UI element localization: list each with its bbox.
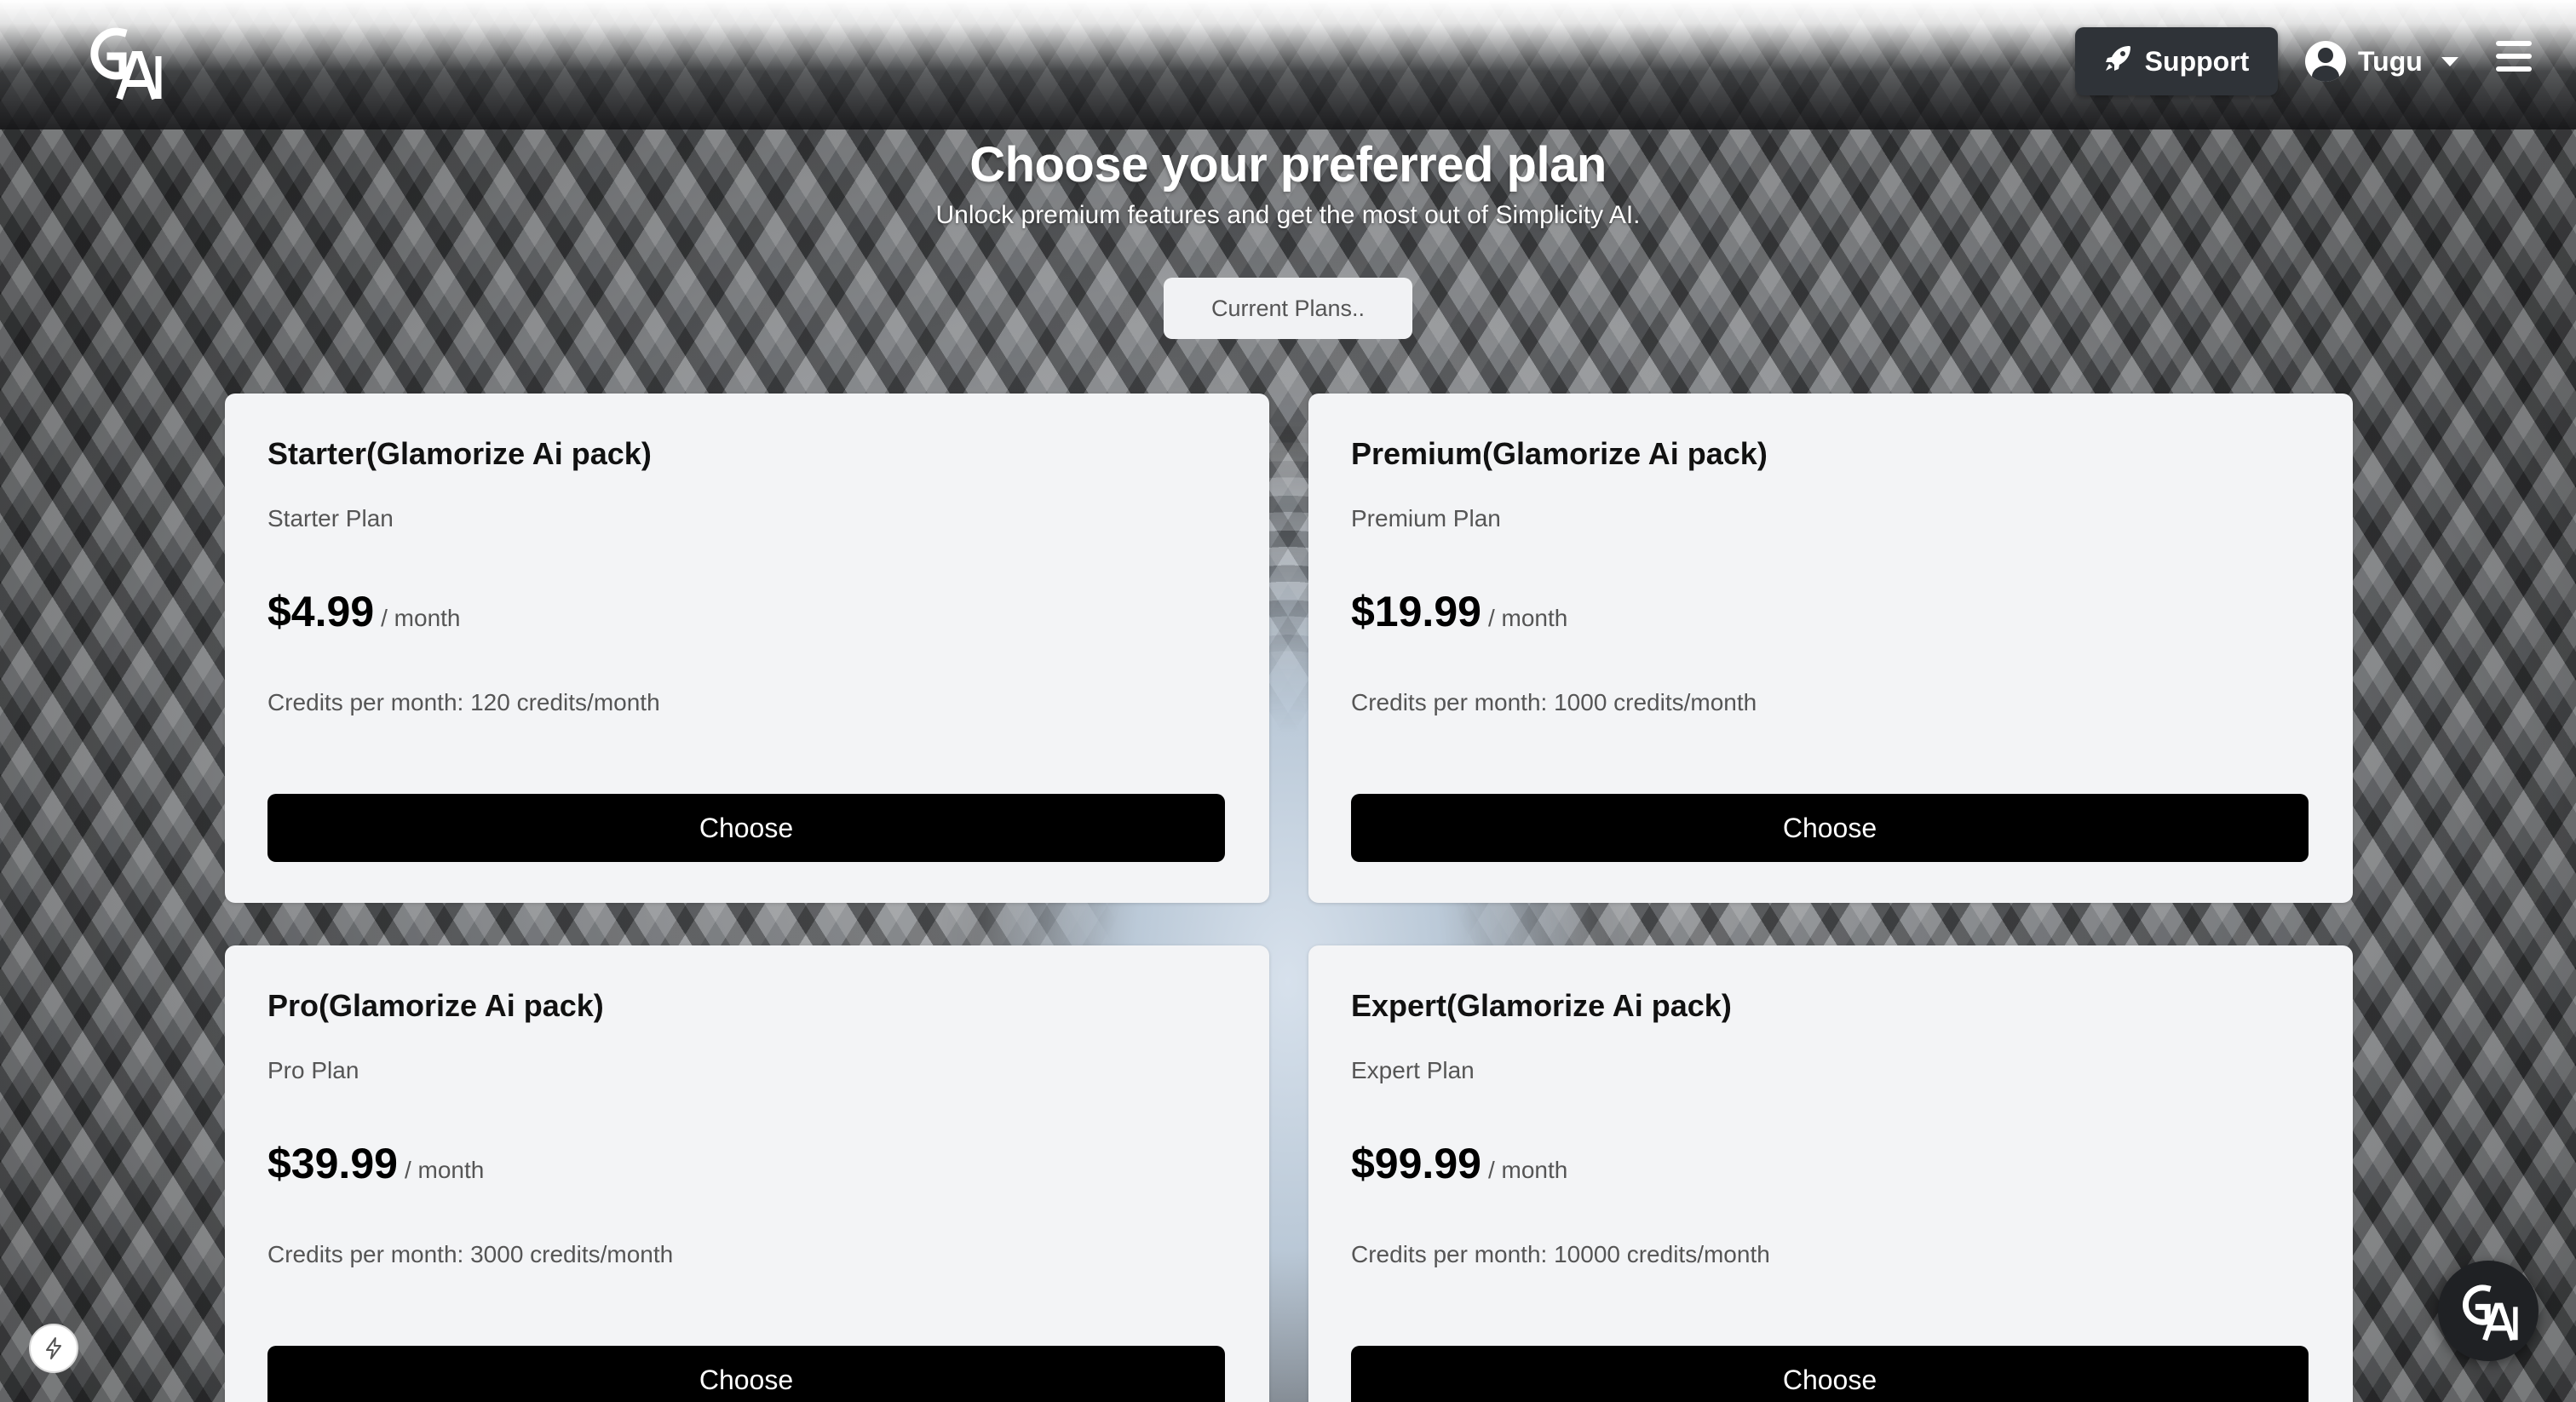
rocket-icon <box>2104 43 2133 79</box>
hamburger-menu-icon[interactable] <box>2496 41 2532 72</box>
plan-credits: Credits per month: 1000 credits/month <box>1351 689 1757 716</box>
user-name: Tugu <box>2358 45 2423 77</box>
plan-credits: Credits per month: 3000 credits/month <box>267 1241 674 1268</box>
plan-price: $19.99 <box>1351 588 1481 636</box>
choose-pro-button[interactable]: Choose <box>267 1346 1225 1402</box>
plan-subtitle: Expert Plan <box>1351 1057 1475 1084</box>
gai-logo[interactable] <box>85 22 162 101</box>
top-navbar: Support Tugu <box>0 0 2576 129</box>
plan-period: / month <box>381 605 461 632</box>
page-subtitle: Unlock premium features and get the most… <box>935 201 1641 229</box>
choose-premium-button[interactable]: Choose <box>1351 794 2309 862</box>
plan-title: Starter(Glamorize Ai pack) <box>267 436 652 471</box>
plan-title: Pro(Glamorize Ai pack) <box>267 988 604 1023</box>
plan-title: Premium(Glamorize Ai pack) <box>1351 436 1768 471</box>
plan-card-pro: Pro(Glamorize Ai pack) Pro Plan $39.99 /… <box>225 945 1269 1402</box>
chat-launcher-button[interactable] <box>2438 1261 2539 1361</box>
plan-title: Expert(Glamorize Ai pack) <box>1351 988 1732 1023</box>
support-button[interactable]: Support <box>2075 27 2278 95</box>
plan-card-premium: Premium(Glamorize Ai pack) Premium Plan … <box>1308 394 2353 903</box>
current-plans-button[interactable]: Current Plans.. <box>1164 278 1412 339</box>
plan-subtitle: Premium Plan <box>1351 505 1501 532</box>
plan-price: $4.99 <box>267 588 375 636</box>
page-title: Choose your preferred plan <box>969 137 1607 192</box>
user-menu[interactable]: Tugu <box>2305 37 2458 85</box>
price-row: $99.99 / month <box>1351 1139 2310 1188</box>
lightning-icon[interactable] <box>29 1324 78 1373</box>
user-avatar-icon <box>2305 41 2346 82</box>
plan-period: / month <box>1487 605 1568 632</box>
plan-credits: Credits per month: 10000 credits/month <box>1351 1241 1770 1268</box>
plan-credits: Credits per month: 120 credits/month <box>267 689 660 716</box>
plan-card-expert: Expert(Glamorize Ai pack) Expert Plan $9… <box>1308 945 2353 1402</box>
choose-starter-button[interactable]: Choose <box>267 794 1225 862</box>
choose-expert-button[interactable]: Choose <box>1351 1346 2309 1402</box>
price-row: $4.99 / month <box>267 587 1227 636</box>
support-label: Support <box>2144 45 2250 77</box>
plan-subtitle: Pro Plan <box>267 1057 359 1084</box>
plan-subtitle: Starter Plan <box>267 505 394 532</box>
plan-price: $99.99 <box>1351 1140 1481 1188</box>
caret-down-icon <box>2441 56 2458 66</box>
plan-period: / month <box>404 1157 485 1184</box>
plan-card-starter: Starter(Glamorize Ai pack) Starter Plan … <box>225 394 1269 903</box>
plan-price: $39.99 <box>267 1140 398 1188</box>
price-row: $39.99 / month <box>267 1139 1227 1188</box>
price-row: $19.99 / month <box>1351 587 2310 636</box>
gai-logo-icon <box>2462 1284 2518 1342</box>
plan-period: / month <box>1487 1157 1568 1184</box>
